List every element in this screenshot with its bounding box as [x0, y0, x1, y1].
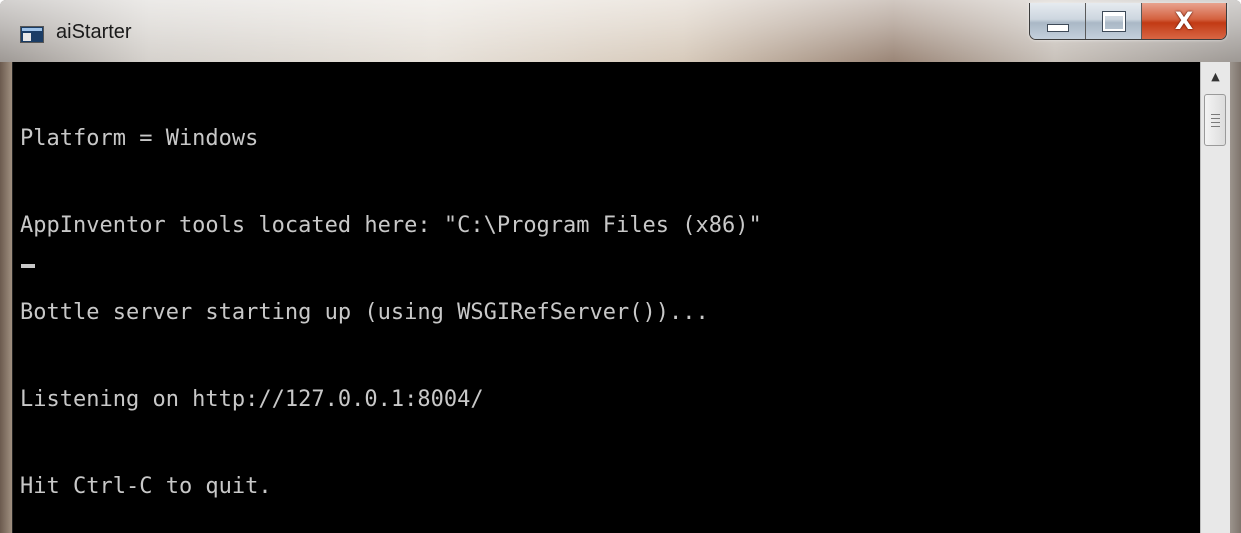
window-controls: X — [1029, 3, 1227, 40]
minimize-icon — [1046, 24, 1069, 32]
grip-line — [1211, 126, 1220, 127]
console-line: Platform = Windows — [20, 126, 259, 151]
console-line: AppInventor tools located here: "C:\Prog… — [20, 213, 762, 238]
window-left-border — [0, 62, 12, 533]
console-text: Platform = Windows AppInventor tools loc… — [20, 66, 762, 533]
text-cursor — [21, 264, 35, 268]
window-right-border — [1230, 62, 1241, 533]
console-line: Bottle server starting up (using WSGIRef… — [20, 300, 709, 325]
console-app-icon[interactable] — [20, 26, 44, 43]
maximize-button[interactable] — [1086, 3, 1142, 39]
console-output[interactable]: Platform = Windows AppInventor tools loc… — [12, 62, 1201, 533]
window-title: aiStarter — [56, 21, 132, 43]
console-line: Listening on http://127.0.0.1:8004/ — [20, 387, 484, 412]
close-icon: X — [1174, 7, 1194, 35]
title-bar[interactable]: aiStarter X — [0, 0, 1241, 62]
close-button[interactable]: X — [1142, 3, 1226, 39]
vertical-scrollbar[interactable]: ▲ — [1200, 62, 1230, 533]
up-arrow-icon: ▲ — [1211, 69, 1220, 83]
grip-line — [1211, 122, 1220, 123]
scroll-up-button[interactable]: ▲ — [1201, 62, 1230, 90]
minimize-button[interactable] — [1030, 3, 1086, 39]
grip-line — [1211, 118, 1220, 119]
scroll-thumb[interactable] — [1204, 94, 1226, 146]
maximize-icon — [1102, 11, 1125, 31]
console-line: Hit Ctrl-C to quit. — [20, 474, 272, 499]
console-window: aiStarter X Platform = Windows AppInvent… — [0, 0, 1241, 533]
grip-line — [1211, 114, 1220, 115]
